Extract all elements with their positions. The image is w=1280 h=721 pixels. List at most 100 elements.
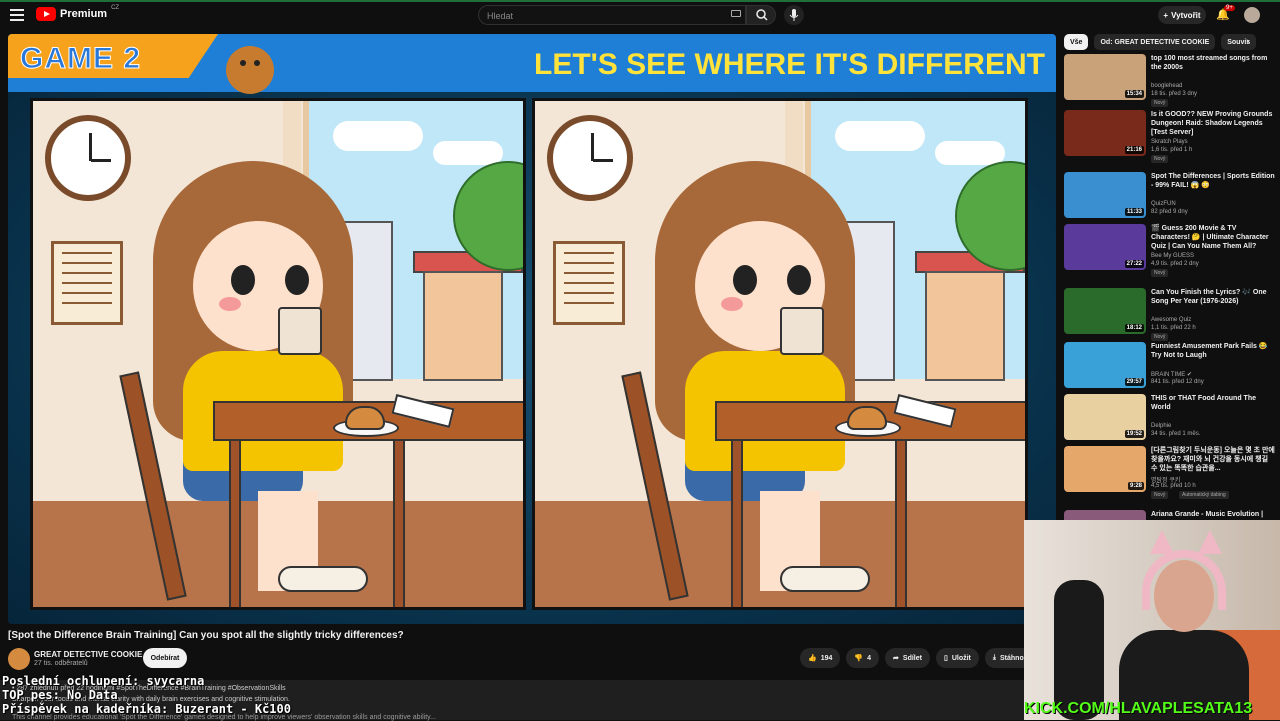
- thumbs-down-icon: 👎: [854, 655, 864, 662]
- video-thumbnail[interactable]: 21:16: [1064, 110, 1146, 156]
- chevron-right-icon[interactable]: ›: [1246, 36, 1249, 47]
- channel-avatar[interactable]: [8, 648, 30, 670]
- video-headline: LET'S SEE WHERE IT'S DIFFERENT: [534, 48, 1045, 81]
- cloud: [835, 121, 925, 151]
- recommendation-item[interactable]: 18:12 Can You Finish the Lyrics? 🎶 One So…: [1064, 288, 1280, 341]
- share-icon: ➦: [893, 655, 899, 662]
- youtube-logo[interactable]: Premium CZ: [36, 5, 120, 21]
- subscribe-button[interactable]: Odebírat: [143, 648, 187, 668]
- recommendation-title[interactable]: 🎬 Guess 200 Movie & TV Characters! 🤔 | U…: [1151, 224, 1275, 251]
- menu-icon[interactable]: [10, 9, 24, 21]
- duration-badge: 15:34: [1124, 90, 1144, 98]
- eye: [787, 265, 811, 295]
- recommendation-item[interactable]: 9:28 [다른그림찾기 두뇌운동] 오늘은 몇 초 만에 찾을까요? 재미와 뇌…: [1064, 446, 1280, 499]
- search-icon: [756, 9, 768, 21]
- create-label: Vytvořit: [1171, 10, 1201, 20]
- slippers: [278, 566, 368, 592]
- new-badge: Nový: [1151, 155, 1169, 163]
- recommendation-item[interactable]: 29:57 Funniest Amusement Park Fails 😂 Try…: [1064, 342, 1280, 394]
- recommendation-title[interactable]: Ariana Grande - Music Evolution |: [1151, 510, 1275, 519]
- share-button[interactable]: ➦ Sdílet: [885, 648, 930, 668]
- recommendation-channel[interactable]: Bee My GUESS: [1151, 253, 1194, 259]
- recommendation-title[interactable]: top 100 most streamed songs from the 200…: [1151, 54, 1275, 72]
- cheek: [219, 297, 241, 311]
- action-bar: 👍 194 👎 4 ➦ Sdílet ▯ Uložit ⤓ Stáhnout: [800, 648, 1039, 668]
- video-thumbnail[interactable]: 19:52: [1064, 394, 1146, 440]
- stream-overlay-line3: Příspěvek na kadeřníka: Buzerant - Kč100: [2, 702, 291, 716]
- video-player[interactable]: GAME 2 LET'S SEE WHERE IT'S DIFFERENT: [8, 34, 1056, 624]
- video-thumbnail[interactable]: 11:33: [1064, 172, 1146, 218]
- notification-badge: 9+: [1224, 5, 1235, 11]
- recommendation-item[interactable]: 21:16 Is it GOOD?? NEW Proving Grounds Du…: [1064, 110, 1280, 163]
- plus-icon: +: [1163, 10, 1169, 20]
- video-thumbnail[interactable]: 9:28: [1064, 446, 1146, 492]
- keyboard-icon[interactable]: [731, 10, 741, 17]
- recommendation-meta: 1,1 tis. před 22 h: [1151, 325, 1196, 331]
- chip-related[interactable]: Souvis: [1221, 34, 1257, 50]
- duration-badge: 11:33: [1124, 208, 1144, 216]
- search-input[interactable]: Hledat: [478, 5, 746, 25]
- video-thumbnail[interactable]: 29:57: [1064, 342, 1146, 388]
- duration-badge: 9:28: [1127, 482, 1144, 490]
- new-badge: Nový: [1151, 99, 1169, 107]
- channel-name[interactable]: GREAT DETECTIVE COOKIE: [34, 650, 142, 659]
- account-avatar[interactable]: [1244, 7, 1260, 23]
- video-thumbnail[interactable]: 15:34: [1064, 54, 1146, 100]
- bun: [345, 406, 385, 430]
- chip-from-channel[interactable]: Od: GREAT DETECTIVE COOKIE: [1094, 34, 1216, 50]
- video-thumbnail[interactable]: 18:12: [1064, 288, 1146, 334]
- microphone-icon: [789, 9, 799, 21]
- notice-board: [553, 241, 625, 325]
- recommendation-title[interactable]: THIS or THAT Food Around The World: [1151, 394, 1275, 412]
- video-thumbnail[interactable]: 27:22: [1064, 224, 1146, 270]
- building: [423, 271, 503, 381]
- recommendation-meta: 4,9 tis. před 2 dny: [1151, 261, 1199, 267]
- top-bar: Premium CZ Hledat + Vytvořit 🔔 9+: [0, 0, 1280, 28]
- bun: [847, 406, 887, 430]
- recommendation-channel[interactable]: BRAIN TIME ✔: [1151, 371, 1192, 378]
- right-puzzle-image[interactable]: [532, 98, 1028, 610]
- recommendation-title[interactable]: Spot The Differences | Sports Edition - …: [1151, 172, 1275, 190]
- bookmark-icon: ▯: [943, 655, 948, 662]
- cloud: [433, 141, 503, 165]
- logo-text: Premium: [60, 8, 108, 20]
- like-button[interactable]: 👍 194: [800, 648, 841, 668]
- voice-search-button[interactable]: [784, 5, 804, 25]
- eye: [231, 265, 255, 295]
- dislike-button[interactable]: 👎 4: [846, 648, 880, 668]
- recommendation-channel[interactable]: booglehead: [1151, 83, 1182, 89]
- gaming-chair: [1054, 580, 1104, 720]
- mug: [780, 307, 824, 355]
- table-leg: [731, 439, 743, 607]
- cat-ear: [1150, 530, 1174, 554]
- region-code: CZ: [111, 5, 120, 11]
- recommendation-title[interactable]: Funniest Amusement Park Fails 😂 Try Not …: [1151, 342, 1275, 360]
- cookie-mascot: [226, 46, 274, 94]
- recommendation-meta: 841 tis. před 12 dny: [1151, 379, 1204, 385]
- recommendation-channel[interactable]: Awesome Quiz: [1151, 317, 1191, 323]
- search-button[interactable]: [746, 5, 776, 25]
- recommendation-title[interactable]: Can You Finish the Lyrics? 🎶 One Song Pe…: [1151, 288, 1275, 306]
- clock-icon: [547, 115, 633, 201]
- building: [925, 271, 1005, 381]
- recommendation-channel[interactable]: QuizFUN: [1151, 201, 1176, 207]
- duration-badge: 18:12: [1124, 324, 1144, 332]
- create-button[interactable]: + Vytvořit: [1158, 6, 1206, 24]
- recommendation-item[interactable]: 11:33 Spot The Differences | Sports Editi…: [1064, 172, 1280, 224]
- mug: [278, 307, 322, 355]
- chip-all[interactable]: Vše: [1064, 34, 1089, 50]
- recommendation-item[interactable]: 19:52 THIS or THAT Food Around The World D…: [1064, 394, 1280, 446]
- left-puzzle-image[interactable]: [30, 98, 526, 610]
- recommendation-channel[interactable]: Delphie: [1151, 423, 1171, 429]
- recommendation-item[interactable]: 27:22 🎬 Guess 200 Movie & TV Characters! …: [1064, 224, 1280, 277]
- recommendation-title[interactable]: [다른그림찾기 두뇌운동] 오늘은 몇 초 만에 찾을까요? 재미와 뇌 건강을…: [1151, 446, 1275, 473]
- save-button[interactable]: ▯ Uložit: [935, 648, 979, 668]
- recommendation-item[interactable]: 15:34 top 100 most streamed songs from th…: [1064, 54, 1280, 107]
- recommendation-meta: 18 tis. před 3 dny: [1151, 91, 1198, 97]
- recommendation-channel[interactable]: Skratch Plays: [1151, 139, 1188, 145]
- kick-channel-url: KICK.COM/HLAVAPLESATA13: [1024, 700, 1253, 717]
- recommendation-title[interactable]: Is it GOOD?? NEW Proving Grounds Dungeon…: [1151, 110, 1275, 137]
- new-badge: Nový: [1151, 269, 1169, 277]
- game-label: GAME 2: [19, 42, 142, 76]
- stream-overlay-line2: TOP pes: No Data: [2, 688, 118, 702]
